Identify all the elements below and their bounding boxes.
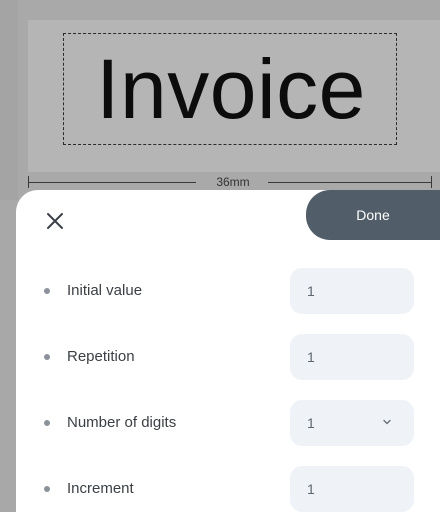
increment-input[interactable] [290, 466, 414, 512]
done-button[interactable]: Done [306, 190, 440, 240]
increment-label: Increment [67, 480, 134, 497]
setting-row-repetition: Repetition [16, 334, 440, 380]
ruler-end-tick [431, 176, 432, 188]
number-of-digits-label: Number of digits [67, 414, 177, 431]
repetition-label: Repetition [67, 348, 135, 365]
label-text-element[interactable]: Invoice [66, 36, 396, 142]
bullet-icon [44, 288, 50, 294]
bullet-icon [44, 354, 50, 360]
setting-row-increment: Increment [16, 466, 440, 512]
number-of-digits-select[interactable]: 1 [290, 400, 414, 446]
chevron-down-icon [383, 419, 391, 425]
initial-value-input[interactable] [290, 268, 414, 314]
preview-left-strip [0, 0, 18, 200]
close-button[interactable] [44, 210, 66, 232]
repetition-input[interactable] [290, 334, 414, 380]
setting-row-number-of-digits: Number of digits 1 [16, 400, 440, 446]
ruler-width-label: 36mm [216, 175, 250, 189]
bullet-icon [44, 486, 50, 492]
width-ruler: 36mm [28, 175, 432, 189]
close-icon [47, 213, 63, 229]
initial-value-label: Initial value [67, 282, 143, 299]
number-of-digits-value: 1 [307, 415, 315, 431]
bullet-icon [44, 420, 50, 426]
setting-row-initial-value: Initial value [16, 268, 440, 314]
ruler-line-left [28, 182, 196, 183]
serial-number-settings-screen: Invoice 36mm Done Initial value Repetiti… [0, 0, 440, 512]
label-preview: Invoice 36mm [0, 0, 440, 200]
ruler-line-right [268, 182, 432, 183]
